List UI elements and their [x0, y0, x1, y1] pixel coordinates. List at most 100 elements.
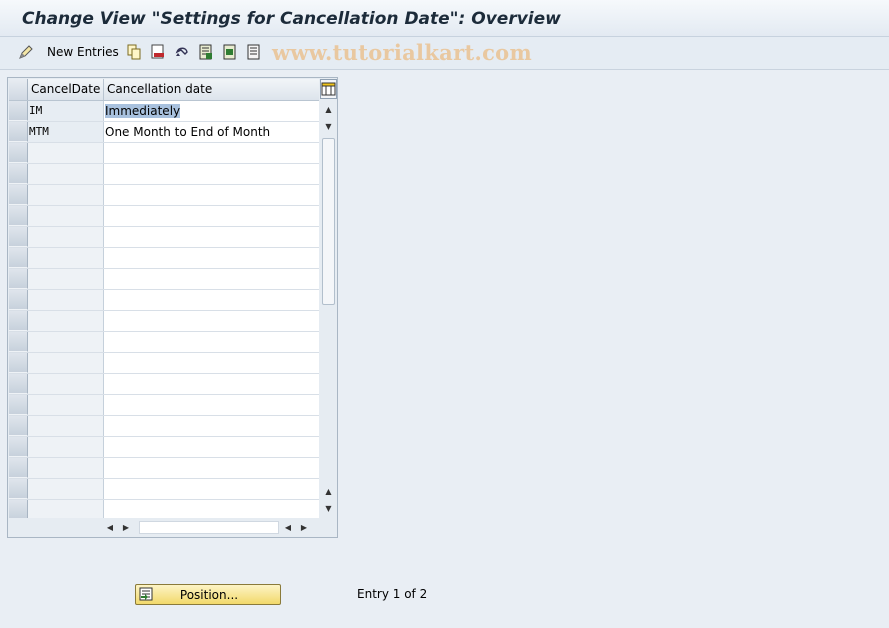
row-selector[interactable] [9, 332, 28, 352]
table-row[interactable] [9, 479, 319, 500]
table-row[interactable]: MTM One Month to End of Month [9, 122, 319, 143]
cell-canceldate[interactable] [28, 479, 104, 499]
cell-cancellation-date[interactable] [104, 437, 319, 457]
cell-cancellation-date[interactable] [104, 206, 319, 226]
table-row[interactable] [9, 437, 319, 458]
table-settings-icon[interactable] [320, 79, 337, 99]
row-selector[interactable] [9, 164, 28, 184]
row-selector[interactable] [9, 206, 28, 226]
cell-canceldate[interactable] [28, 374, 104, 394]
table-row[interactable] [9, 416, 319, 437]
vertical-scrollbar[interactable]: ▲ ▼ ▲ ▼ [320, 79, 337, 518]
row-selector[interactable] [9, 374, 28, 394]
row-selector[interactable] [9, 437, 28, 457]
cell-cancellation-date[interactable] [104, 227, 319, 247]
cell-canceldate[interactable] [28, 416, 104, 436]
scroll-page-up-button[interactable]: ▲ [320, 483, 337, 500]
row-selector[interactable] [9, 353, 28, 373]
table-row[interactable] [9, 500, 319, 518]
deselect-all-icon[interactable] [246, 44, 262, 60]
table-row[interactable] [9, 143, 319, 164]
cell-cancellation-date[interactable] [104, 143, 319, 163]
cell-canceldate[interactable] [28, 332, 104, 352]
table-row[interactable] [9, 290, 319, 311]
column-header-canceldate[interactable]: CancelDate [28, 79, 104, 100]
table-row[interactable] [9, 353, 319, 374]
table-row[interactable] [9, 164, 319, 185]
table-row[interactable] [9, 248, 319, 269]
row-selector[interactable] [9, 395, 28, 415]
cell-cancellation-date[interactable]: One Month to End of Month [104, 122, 319, 142]
row-selector[interactable] [9, 458, 28, 478]
cell-cancellation-date[interactable] [104, 290, 319, 310]
display-change-icon[interactable] [18, 44, 34, 60]
row-selector[interactable] [9, 416, 28, 436]
cell-cancellation-date[interactable] [104, 185, 319, 205]
cell-cancellation-date[interactable] [104, 248, 319, 268]
row-selector[interactable] [9, 290, 28, 310]
table-row[interactable] [9, 374, 319, 395]
table-row[interactable]: IM Immediately [9, 101, 319, 122]
cell-canceldate[interactable] [28, 458, 104, 478]
row-selector[interactable] [9, 500, 28, 518]
scroll-page-down-button[interactable]: ▼ [320, 500, 337, 517]
undo-icon[interactable] [174, 44, 190, 60]
cell-cancellation-date[interactable] [104, 458, 319, 478]
cell-cancellation-date[interactable] [104, 269, 319, 289]
cell-cancellation-date[interactable]: Immediately [104, 101, 319, 121]
table-row[interactable] [9, 311, 319, 332]
select-block-icon[interactable] [222, 44, 238, 60]
scroll-left-button[interactable]: ◀ [103, 519, 117, 536]
cell-canceldate[interactable] [28, 143, 104, 163]
cell-cancellation-date[interactable] [104, 416, 319, 436]
row-selector[interactable] [9, 311, 28, 331]
cell-cancellation-date[interactable] [104, 374, 319, 394]
cell-canceldate[interactable] [28, 290, 104, 310]
scroll-right-end-button[interactable]: ▶ [297, 519, 311, 536]
cell-canceldate[interactable] [28, 395, 104, 415]
scroll-thumb[interactable] [322, 138, 335, 305]
row-selector[interactable] [9, 122, 28, 142]
row-selector[interactable] [9, 227, 28, 247]
table-row[interactable] [9, 269, 319, 290]
scroll-down-button[interactable]: ▼ [320, 118, 337, 135]
cell-canceldate[interactable] [28, 164, 104, 184]
select-all-icon[interactable] [198, 44, 214, 60]
cell-cancellation-date[interactable] [104, 500, 319, 518]
copy-icon[interactable] [126, 44, 142, 60]
cell-cancellation-date[interactable] [104, 332, 319, 352]
row-selector[interactable] [9, 143, 28, 163]
select-all-rows-button[interactable] [9, 79, 28, 100]
table-row[interactable] [9, 395, 319, 416]
cell-cancellation-date[interactable] [104, 395, 319, 415]
position-button[interactable]: Position... [135, 584, 281, 605]
cell-cancellation-date[interactable] [104, 479, 319, 499]
cell-canceldate[interactable] [28, 311, 104, 331]
table-row[interactable] [9, 206, 319, 227]
cell-canceldate[interactable] [28, 269, 104, 289]
cell-cancellation-date[interactable] [104, 311, 319, 331]
scroll-right-button[interactable]: ▶ [119, 519, 133, 536]
row-selector[interactable] [9, 185, 28, 205]
cell-canceldate[interactable] [28, 227, 104, 247]
row-selector[interactable] [9, 101, 28, 121]
table-row[interactable] [9, 227, 319, 248]
cell-canceldate[interactable] [28, 353, 104, 373]
row-selector[interactable] [9, 479, 28, 499]
cell-canceldate[interactable] [28, 437, 104, 457]
row-selector[interactable] [9, 248, 28, 268]
horizontal-scrollbar[interactable]: ◀ ▶ ◀ ▶ [103, 519, 319, 536]
column-header-cancellation-date[interactable]: Cancellation date [104, 79, 319, 100]
cell-canceldate[interactable] [28, 206, 104, 226]
cell-cancellation-date[interactable] [104, 353, 319, 373]
horizontal-scroll-track[interactable] [139, 521, 279, 534]
table-row[interactable] [9, 458, 319, 479]
cell-canceldate[interactable]: MTM [28, 122, 104, 142]
cell-canceldate[interactable] [28, 185, 104, 205]
cell-canceldate[interactable] [28, 248, 104, 268]
table-row[interactable] [9, 185, 319, 206]
new-entries-button[interactable]: New Entries [47, 45, 119, 59]
cell-cancellation-date[interactable] [104, 164, 319, 184]
table-row[interactable] [9, 332, 319, 353]
row-selector[interactable] [9, 269, 28, 289]
